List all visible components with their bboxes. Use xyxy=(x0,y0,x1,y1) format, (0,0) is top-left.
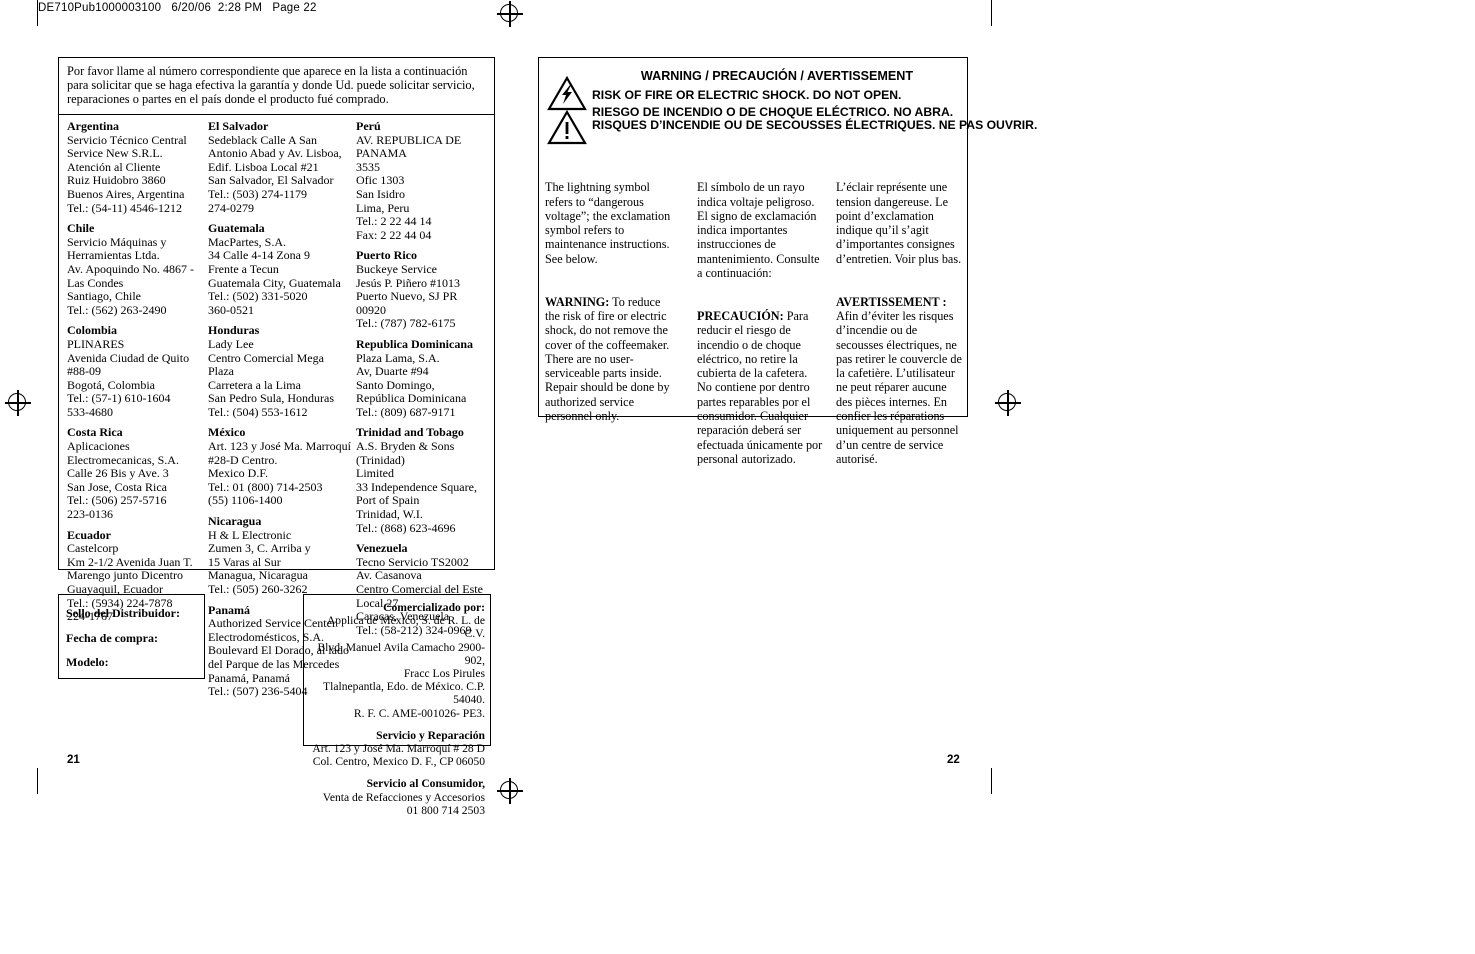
crop-mark-tr-v xyxy=(991,0,993,26)
country-address: A.S. Bryden & Sons (Trinidad) Limited 33… xyxy=(356,439,477,535)
distributor-stamp-box: Sello del Distribuidor: Fecha de compra:… xyxy=(58,594,205,679)
country-name: Republica Dominicana xyxy=(356,336,474,351)
country-name: El Salvador xyxy=(208,119,269,133)
warning-es-label: PRECAUCIÓN: xyxy=(697,308,784,323)
country-address: Art. 123 y José Ma. Marroquí #28-D Centr… xyxy=(208,439,351,508)
country-address: Aplicaciones Electromecanicas, S.A. Call… xyxy=(67,439,179,522)
exclamation-triangle-icon xyxy=(547,110,587,145)
warning-en-label: WARNING: xyxy=(545,294,610,309)
warning-en-paragraph-1: The lightning symbol refers to “dangerou… xyxy=(545,180,671,266)
country-address: Sedeblack Calle A San Antonio Abad y Av.… xyxy=(208,132,342,215)
document-page: DE710Pub1000003100 6/20/06 2:28 PM Page … xyxy=(0,0,1475,954)
country-address: Servicio Técnico Central Service New S.R… xyxy=(67,132,187,215)
registration-mark-bottom xyxy=(497,778,523,804)
print-header: DE710Pub1000003100 6/20/06 2:28 PM Page … xyxy=(38,2,317,14)
commercialized-by-heading: Comercializado por: xyxy=(383,601,485,614)
country-address: H & L Electronic Zumen 3, C. Arriba y 15… xyxy=(208,527,311,596)
warning-es-paragraph-1: El símbolo de un rayo indica voltaje pel… xyxy=(697,180,820,281)
model-label: Modelo: xyxy=(66,655,109,669)
consumer-service-details: Venta de Refacciones y Accesorios 01 800… xyxy=(322,790,485,817)
page-number-right: 22 xyxy=(947,754,960,766)
country-name: Guatemala xyxy=(208,221,265,236)
warning-fr-paragraph-2: Afin d’éviter les risques d’incendie ou … xyxy=(836,308,962,466)
commercialized-by-box: Comercializado por: Applica de México, S… xyxy=(303,594,491,817)
country-name: Chile xyxy=(67,221,95,236)
warning-en-paragraph-2: To reduce the risk of fire or electric s… xyxy=(545,294,670,424)
warning-fr-paragraph-1: L’éclair représente une tension dangereu… xyxy=(836,180,962,266)
warning-line-spanish: RIESGO DE INCENDIO O DE CHOQUE ELÉCTRICO… xyxy=(592,105,954,119)
service-column-1: Argentina Servicio Técnico Central Servi… xyxy=(67,119,207,624)
crop-mark-br-v xyxy=(991,768,993,794)
country-name: México xyxy=(208,425,246,440)
warning-column-english: The lightning symbol refers to “dangerou… xyxy=(545,166,673,423)
warning-line-french: RISQUES D’INCENDIE OU DE SECOUSSES ÉLECT… xyxy=(592,118,1038,132)
country-name: Nicaragua xyxy=(208,514,262,529)
country-name: Honduras xyxy=(208,323,260,338)
country-name: Trinidad and Tobago xyxy=(356,425,464,440)
purchase-date-label: Fecha de compra: xyxy=(66,630,158,645)
country-address: Servicio Máquinas y Herramientas Ltda. A… xyxy=(67,234,194,317)
distributor-seal-label: Sello del Distribuidor: xyxy=(66,606,181,620)
country-name: Colombia xyxy=(67,323,118,338)
registration-mark-left xyxy=(5,390,31,416)
service-intro-text: Por favor llame al número correspondient… xyxy=(67,64,475,107)
warning-column-spanish: El símbolo de un rayo indica voltaje pel… xyxy=(697,166,825,466)
service-column-3: Perú AV. REPUBLICA DE PANAMA 3535 Ofic 1… xyxy=(356,119,486,637)
registration-mark-right xyxy=(995,390,1021,416)
warning-es-paragraph-2: Para reducir el riesgo de incendio o de … xyxy=(697,308,823,466)
country-address: Lady Lee Centro Comercial Mega Plaza Car… xyxy=(208,336,334,419)
lightning-bolt-triangle-icon xyxy=(547,76,587,111)
crop-mark-tl-v xyxy=(37,0,39,26)
country-name: Costa Rica xyxy=(67,425,123,440)
country-address: MacPartes, S.A. 34 Calle 4-14 Zona 9 Fre… xyxy=(208,234,341,317)
country-address: PLINARES Avenida Ciudad de Quito #88-09 … xyxy=(67,336,190,419)
service-repair-heading: Servicio y Reparación xyxy=(376,728,485,742)
country-address: Buckeye Service Jesús P. Piñero #1013 Pu… xyxy=(356,261,461,331)
crop-mark-bl-v xyxy=(37,768,39,794)
page-number-left: 21 xyxy=(67,754,80,766)
country-name: Perú xyxy=(356,119,381,133)
warning-line-english: RISK OF FIRE OR ELECTRIC SHOCK. DO NOT O… xyxy=(592,88,902,102)
commercialized-by-address: Applica de México, S. de R. L. de C.V. B… xyxy=(317,614,485,720)
consumer-service-heading: Servicio al Consumidor, xyxy=(366,777,485,791)
divider-rule xyxy=(58,114,495,115)
country-name: Venezuela xyxy=(356,541,408,556)
warning-fr-label: AVERTISSEMENT : xyxy=(836,294,947,309)
country-name: Ecuador xyxy=(67,527,112,542)
country-address: Plaza Lama, S.A. Av, Duarte #94 Santo Do… xyxy=(356,350,467,419)
registration-mark-top xyxy=(497,1,523,27)
warning-column-french: L’éclair représente une tension dangereu… xyxy=(836,166,964,466)
country-name: Argentina xyxy=(67,119,119,133)
service-repair-address: Art. 123 y José Ma. Marroquí # 28 D Col.… xyxy=(312,742,485,769)
country-name: Puerto Rico xyxy=(356,248,417,263)
warning-title: WARNING / PRECAUCIÓN / AVERTISSEMENT xyxy=(640,69,914,83)
country-address: AV. REPUBLICA DE PANAMA 3535 Ofic 1303 S… xyxy=(356,132,462,242)
